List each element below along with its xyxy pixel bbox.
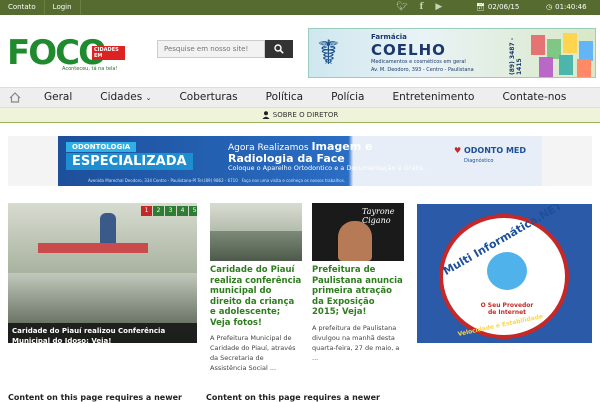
chevron-down-icon: ⌄ (145, 94, 152, 102)
dental-ad-inner: ODONTOLOGIA ESPECIALIZADA Agora Realizam… (58, 136, 542, 186)
ad-coloque: Coloque o Aparelho Ortodontico e a Docum… (228, 164, 426, 172)
ad-line2: COELHO (371, 41, 446, 59)
search-icon (274, 44, 284, 54)
news-card-desc: A prefeitura de Paulistana divulgou na m… (312, 323, 400, 362)
ad-badge-odontologia: ODONTOLOGIA (66, 142, 137, 152)
login-link[interactable]: Login (45, 0, 81, 15)
clock-icon: ◷ (546, 3, 553, 11)
nav-item-policia[interactable]: Polícia (317, 87, 378, 108)
nav-item-cidades[interactable]: Cidades ⌄ (86, 87, 165, 108)
ad-brand: ♥ ODONTO MED Diagnóstico (454, 146, 526, 164)
caduceus-icon: ☤ (317, 33, 340, 73)
nav-item-entretenimento[interactable]: Entretenimento (378, 87, 488, 108)
ad-phone: (89) 3487 - 1415 (509, 37, 523, 75)
product-box (579, 41, 593, 61)
site-logo[interactable]: FOCO CIDADES EM Aconteceu, tá na tela! (7, 33, 125, 77)
nav-item-cidades-label: Cidades (100, 91, 143, 103)
pharmacy-ad-banner[interactable]: ☤ Farmácia COELHO Medicamentos e cosméti… (308, 28, 596, 78)
news-card-desc: A Prefeitura Municipal de Caridade do Pi… (210, 334, 296, 372)
news-card-overlay: Tayrone Cigano (362, 207, 395, 225)
slide-photo-people (8, 273, 197, 323)
nav-item-geral[interactable]: Geral (30, 87, 86, 108)
product-box (577, 59, 591, 77)
ad-isp-slogan: O Seu Provedor de Internet (480, 302, 534, 316)
news-card-image[interactable]: Tayrone Cigano (312, 203, 404, 261)
slider-page-1[interactable]: 1 (141, 206, 152, 216)
date-display: 📅︎ 02/06/15 (476, 0, 519, 15)
nav-item-coberturas[interactable]: Coberturas (165, 87, 251, 108)
ad-line1: Farmácia (371, 33, 407, 41)
ad-address: Avenida Marechal Deodoro, 334 Centro - P… (88, 178, 345, 183)
social-icons: 🐦︎ f ▶ (396, 0, 442, 15)
logo-tagline: Aconteceu, tá na tela! (62, 66, 118, 72)
ad-badge-especializada: ESPECIALIZADA (66, 153, 193, 170)
news-card[interactable]: Tayrone Cigano Prefeitura de Paulistana … (312, 203, 404, 363)
home-icon (9, 92, 21, 103)
nav-item-contate-nos[interactable]: Contate-nos (488, 87, 580, 108)
top-bar: Contato Login 🐦︎ f ▶ 📅︎ 02/06/15 ◷ 01:40… (0, 0, 600, 15)
news-card[interactable]: Caridade do Piauí realiza conferência mu… (210, 203, 302, 373)
plugin-notice-left: Content on this page requires a newer (8, 393, 182, 402)
ad-line3: Medicamentos e cosméticos em geral (371, 59, 466, 65)
ad-brand-name: ODONTO MED (463, 146, 527, 155)
slider-page-3[interactable]: 3 (165, 206, 176, 216)
news-card-title[interactable]: Caridade do Piauí realiza conferência mu… (210, 265, 302, 328)
bird-mascot-icon (487, 252, 527, 290)
calendar-icon: 📅︎ (476, 3, 485, 11)
slide-table (38, 243, 148, 253)
slider-page-2[interactable]: 2 (153, 206, 164, 216)
nav-item-politica[interactable]: Política (252, 87, 317, 108)
sobre-diretor-bar[interactable]: SOBRE O DIRETOR (0, 108, 600, 123)
search-box (157, 40, 293, 58)
user-icon (262, 111, 270, 119)
product-box (531, 35, 545, 55)
search-input[interactable] (157, 40, 265, 58)
featured-slider[interactable]: 1 2 3 4 5 Caridade do Piauí realizou Con… (8, 203, 197, 343)
facebook-icon[interactable]: f (419, 0, 423, 15)
ad-line4: Av. M. Deodoro, 393 - Centro - Paulistan… (371, 67, 474, 73)
product-box (539, 57, 553, 77)
plugin-notice-right: Content on this page requires a newer (206, 393, 380, 402)
contato-link[interactable]: Contato (0, 0, 45, 15)
logo-badge: CIDADES EM (92, 46, 125, 60)
isp-ad-banner[interactable]: Multi Informática.NET O Seu Provedor de … (417, 204, 592, 343)
time-display: ◷ 01:40:46 (546, 0, 587, 15)
youtube-icon[interactable]: ▶ (435, 0, 442, 15)
time-text: 01:40:46 (555, 3, 587, 11)
twitter-icon[interactable]: 🐦︎ (396, 0, 407, 15)
date-text: 02/06/15 (487, 3, 520, 11)
home-button[interactable] (0, 87, 30, 108)
news-card-people (210, 231, 302, 261)
sobre-diretor-label: SOBRE O DIRETOR (272, 111, 339, 119)
ad-address-text: Avenida Marechal Deodoro, 334 Centro - P… (88, 178, 238, 183)
slider-caption[interactable]: Caridade do Piauí realizou Conferência M… (8, 323, 197, 343)
dental-ad-banner[interactable]: ODONTOLOGIA ESPECIALIZADA Agora Realizam… (8, 136, 592, 186)
news-card-image[interactable] (210, 203, 302, 261)
product-box (559, 55, 573, 75)
slider-page-4[interactable]: 4 (177, 206, 188, 216)
ad-faca-text: Faça nos uma visita e conheça os nossos … (241, 178, 346, 183)
ad-brand-sub: Diagnóstico (464, 158, 494, 164)
main-nav: Geral Cidades ⌄ Coberturas Política Polí… (0, 87, 600, 108)
product-box (563, 33, 577, 53)
news-card-title[interactable]: Prefeitura de Paulistana anuncia primeir… (312, 265, 404, 318)
slider-page-5[interactable]: 5 (189, 206, 197, 216)
news-card-face (338, 221, 372, 261)
tooth-icon: ♥ (454, 146, 462, 155)
search-button[interactable] (265, 40, 293, 58)
slider-pagination: 1 2 3 4 5 (141, 206, 197, 216)
